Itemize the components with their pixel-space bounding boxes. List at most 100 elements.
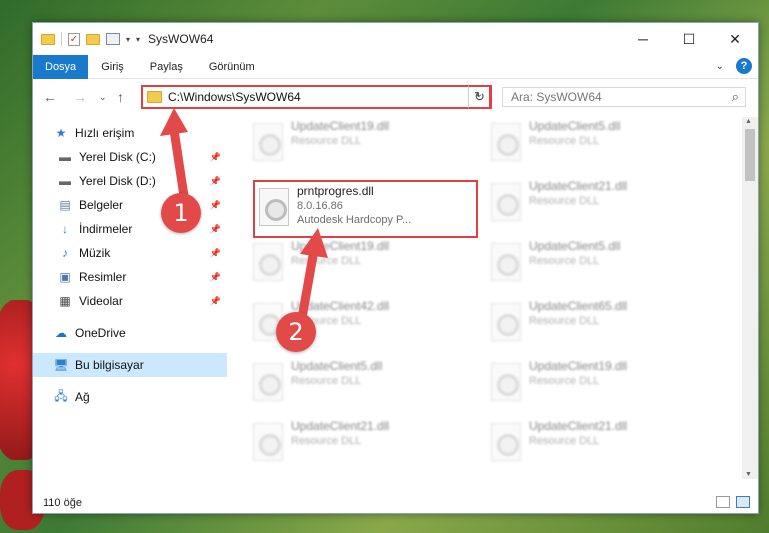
dll-file-icon <box>253 123 283 161</box>
file-type: Resource DLL <box>291 435 362 447</box>
sidebar-item-this-pc[interactable]: 🖥 Bu bilgisayar <box>33 353 227 377</box>
explorer-window: ✓ ▾ ▾ SysWOW64 ─ ☐ ✕ Dosya Giriş Paylaş … <box>32 22 759 514</box>
pin-icon[interactable]: 📌 <box>210 200 221 211</box>
documents-icon: ▤ <box>59 198 71 212</box>
refresh-icon[interactable]: ↻ <box>468 85 492 109</box>
file-name: UpdateClient19.dll <box>529 359 628 373</box>
tab-home[interactable]: Giriş <box>88 55 137 79</box>
address-path: C:\Windows\SysWOW64 <box>168 90 301 104</box>
details-view-icon[interactable] <box>716 496 730 508</box>
file-name: UpdateClient21.dll <box>529 419 628 433</box>
minimize-icon[interactable]: ─ <box>620 23 666 55</box>
videos-icon: ▦ <box>59 294 71 308</box>
list-item[interactable]: UpdateClient5.dll Resource DLL <box>473 119 703 165</box>
sidebar-item-onedrive[interactable]: ☁ OneDrive <box>33 321 227 345</box>
help-icon[interactable]: ? <box>736 58 752 74</box>
file-type: Resource DLL <box>529 375 600 387</box>
recent-locations-icon[interactable]: ⌄ <box>99 92 107 103</box>
dll-file-icon <box>491 183 521 221</box>
drive-icon: ▬ <box>59 150 71 164</box>
navigation-pane: ★ Hızlı erişim ▬ Yerel Disk (C:) 📌 ▬ Yer… <box>33 115 227 479</box>
list-item[interactable]: UpdateClient21.dll Resource DLL <box>473 419 703 465</box>
list-item[interactable]: UpdateClient19.dll Resource DLL <box>473 359 703 405</box>
customize-toolbar-icon[interactable]: ▾ <box>126 35 130 44</box>
file-type: Resource DLL <box>529 255 600 267</box>
network-icon: 🖧 <box>54 388 68 403</box>
list-item[interactable]: UpdateClient42.dll Resource DLL <box>235 299 465 345</box>
sidebar-item-local-disk-d[interactable]: ▬ Yerel Disk (D:) 📌 <box>33 169 227 193</box>
sidebar-item-label: Bu bilgisayar <box>75 358 144 372</box>
properties-icon[interactable] <box>106 33 120 45</box>
sidebar-item-network[interactable]: 🖧 Ağ <box>33 385 227 409</box>
close-icon[interactable]: ✕ <box>712 23 758 55</box>
list-item[interactable]: UpdateClient19.dll Resource DLL <box>235 119 465 165</box>
dll-file-icon <box>491 363 521 401</box>
maximize-icon[interactable]: ☐ <box>666 23 712 55</box>
dll-file-icon <box>253 243 283 281</box>
scroll-down-icon[interactable]: ▼ <box>745 471 752 478</box>
search-icon[interactable]: ⌕ <box>732 89 739 105</box>
drive-icon: ▬ <box>59 174 71 188</box>
file-type: Resource DLL <box>529 135 600 147</box>
scrollbar-thumb[interactable] <box>745 129 755 181</box>
sidebar-item-videos[interactable]: ▦ Videolar 📌 <box>33 289 227 313</box>
status-bar: 110 öğe <box>33 493 758 513</box>
dll-file-icon <box>491 243 521 281</box>
tab-share[interactable]: Paylaş <box>137 55 196 79</box>
file-description: Autodesk Hardcopy P... <box>297 214 412 226</box>
search-input[interactable]: Ara: SysWOW64 ⌕ <box>502 87 746 107</box>
file-type: Resource DLL <box>529 195 600 207</box>
vertical-scrollbar[interactable]: ▲ ▼ <box>742 117 758 479</box>
dll-file-icon <box>253 363 283 401</box>
list-item[interactable]: UpdateClient5.dll Resource DLL <box>473 239 703 285</box>
sidebar-item-pictures[interactable]: ▣ Resimler 📌 <box>33 265 227 289</box>
file-name: UpdateClient5.dll <box>291 359 383 373</box>
file-name: UpdateClient21.dll <box>291 419 390 433</box>
sidebar-item-music[interactable]: ♪ Müzik 📌 <box>33 241 227 265</box>
sidebar-item-label: Yerel Disk (D:) <box>79 174 156 188</box>
pin-icon[interactable]: 📌 <box>210 176 221 187</box>
dll-file-icon <box>259 188 289 226</box>
scroll-up-icon[interactable]: ▲ <box>745 118 752 125</box>
star-icon: ★ <box>55 126 67 140</box>
file-name: UpdateClient5.dll <box>529 239 621 253</box>
tab-file[interactable]: Dosya <box>33 54 89 79</box>
new-folder-icon[interactable] <box>86 33 100 45</box>
large-icons-view-icon[interactable] <box>736 496 750 508</box>
chevron-down-icon[interactable]: ▾ <box>136 35 140 44</box>
file-type: Resource DLL <box>291 135 362 147</box>
pin-icon[interactable]: 📌 <box>210 296 221 307</box>
sidebar-item-label: Belgeler <box>79 198 124 212</box>
file-type: Resource DLL <box>291 255 362 267</box>
list-item[interactable]: UpdateClient21.dll Resource DLL <box>235 419 465 465</box>
forward-icon[interactable]: → <box>73 89 87 105</box>
list-item[interactable]: UpdateClient21.dll Resource DLL <box>473 179 703 225</box>
list-item[interactable]: UpdateClient65.dll Resource DLL <box>473 299 703 345</box>
sidebar-item-label: Hızlı erişim <box>75 126 135 140</box>
dll-file-icon <box>491 123 521 161</box>
dll-file-icon <box>491 303 521 341</box>
pin-icon[interactable]: 📌 <box>210 272 221 283</box>
file-name: prntprogres.dll <box>297 184 374 198</box>
folder-icon <box>147 91 162 103</box>
step-badge-2: 2 <box>276 312 316 352</box>
tab-view[interactable]: Görünüm <box>196 55 268 79</box>
list-item[interactable]: UpdateClient19.dll Resource DLL <box>235 239 465 285</box>
properties-check-icon[interactable]: ✓ <box>68 32 80 46</box>
sidebar-item-quick-access[interactable]: ★ Hızlı erişim <box>33 121 227 145</box>
up-icon[interactable]: ↑ <box>117 89 124 105</box>
address-bar[interactable]: C:\Windows\SysWOW64 ⌄ <box>141 85 491 109</box>
expand-ribbon-icon[interactable]: ⌄ <box>716 61 724 72</box>
file-version: 8.0.16.86 <box>297 200 343 212</box>
file-name: UpdateClient42.dll <box>291 299 390 313</box>
list-item[interactable]: UpdateClient5.dll Resource DLL <box>235 359 465 405</box>
pin-icon[interactable]: 📌 <box>210 248 221 259</box>
pin-icon[interactable]: 📌 <box>210 224 221 235</box>
window-title: SysWOW64 <box>148 32 214 46</box>
back-icon[interactable]: ← <box>43 89 57 105</box>
sidebar-item-local-disk-c[interactable]: ▬ Yerel Disk (C:) 📌 <box>33 145 227 169</box>
sidebar-item-label: İndirmeler <box>79 222 133 236</box>
highlighted-file-item[interactable]: prntprogres.dll 8.0.16.86 Autodesk Hardc… <box>253 180 478 238</box>
pin-icon[interactable]: 📌 <box>210 152 221 163</box>
search-placeholder: Ara: SysWOW64 <box>511 90 602 104</box>
